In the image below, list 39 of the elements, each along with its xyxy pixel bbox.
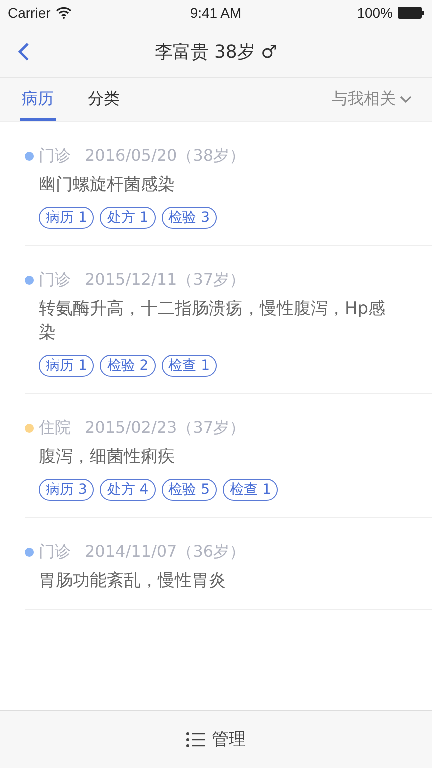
- manage-button[interactable]: 管理: [180, 727, 252, 752]
- record-tag[interactable]: 病历 1: [39, 355, 94, 377]
- tab[interactable]: 分类: [86, 78, 122, 121]
- tab[interactable]: 病历: [20, 78, 56, 121]
- diagnosis-text: 幽门螺旋杆菌感染: [38, 174, 176, 197]
- record-tag[interactable]: 检查 1: [162, 355, 218, 377]
- record-tag[interactable]: 检验 3: [162, 207, 218, 229]
- record-tag[interactable]: 处方 1: [100, 207, 156, 229]
- back-chevron-icon: [18, 42, 30, 62]
- record-card[interactable]: 门诊 2015/12/11（37岁） 转氨酶升高，十二指肠溃疡，慢性腹泻，Hp感染 病历 1 检验 2 检查 1: [25, 246, 432, 394]
- record-tag[interactable]: 处方 4: [100, 479, 156, 501]
- record-card[interactable]: 住院 2015/02/23（37岁） 腹泻，细菌性痢疾 病历 3 处方 4 检验 5 检查 1: [25, 394, 432, 518]
- record-tag[interactable]: 检查 1: [223, 479, 278, 501]
- carrier-label: Carrier: [8, 5, 51, 21]
- status-time: 9:41 AM: [190, 5, 242, 21]
- visit-type: 门诊: [39, 270, 71, 291]
- diagnosis-text: 腹泻，细菌性痢疾: [38, 446, 176, 469]
- visit-date: 2015/02/23（37岁）: [85, 418, 246, 439]
- record-tag[interactable]: 病历 3: [39, 479, 94, 501]
- patient-title: 李富贵 38岁 ♂: [154, 40, 278, 64]
- record-tag[interactable]: 病历 1: [39, 207, 94, 229]
- visit-type: 门诊: [39, 542, 71, 563]
- visit-type: 门诊: [39, 146, 71, 167]
- visit-date: 2014/11/07（36岁）: [85, 542, 246, 563]
- record-tag[interactable]: 检验 2: [100, 355, 156, 377]
- wifi-icon: [56, 7, 72, 19]
- record-tag[interactable]: 检验 5: [162, 479, 218, 501]
- filter-dropdown[interactable]: 与我相关: [332, 78, 412, 121]
- visit-type: 住院: [39, 418, 71, 439]
- list-icon: [186, 732, 206, 748]
- diagnosis-text: 转氨酶升高，十二指肠溃疡，慢性腹泻，Hp感染: [38, 298, 387, 345]
- chevron-down-icon: [400, 96, 412, 104]
- diagnosis-text: 胃肠功能紊乱，慢性胃炎: [38, 570, 227, 593]
- record-card[interactable]: 门诊 2016/05/20（38岁） 幽门螺旋杆菌感染 病历 1 处方 1 检验 3: [25, 122, 432, 246]
- battery-percent: 100%: [357, 5, 393, 21]
- battery-icon: [398, 7, 424, 19]
- visit-date: 2015/12/11（37岁）: [85, 270, 246, 291]
- record-card[interactable]: 门诊 2014/11/07（36岁） 胃肠功能紊乱，慢性胃炎: [25, 518, 432, 610]
- visit-date: 2016/05/20（38岁）: [85, 146, 246, 167]
